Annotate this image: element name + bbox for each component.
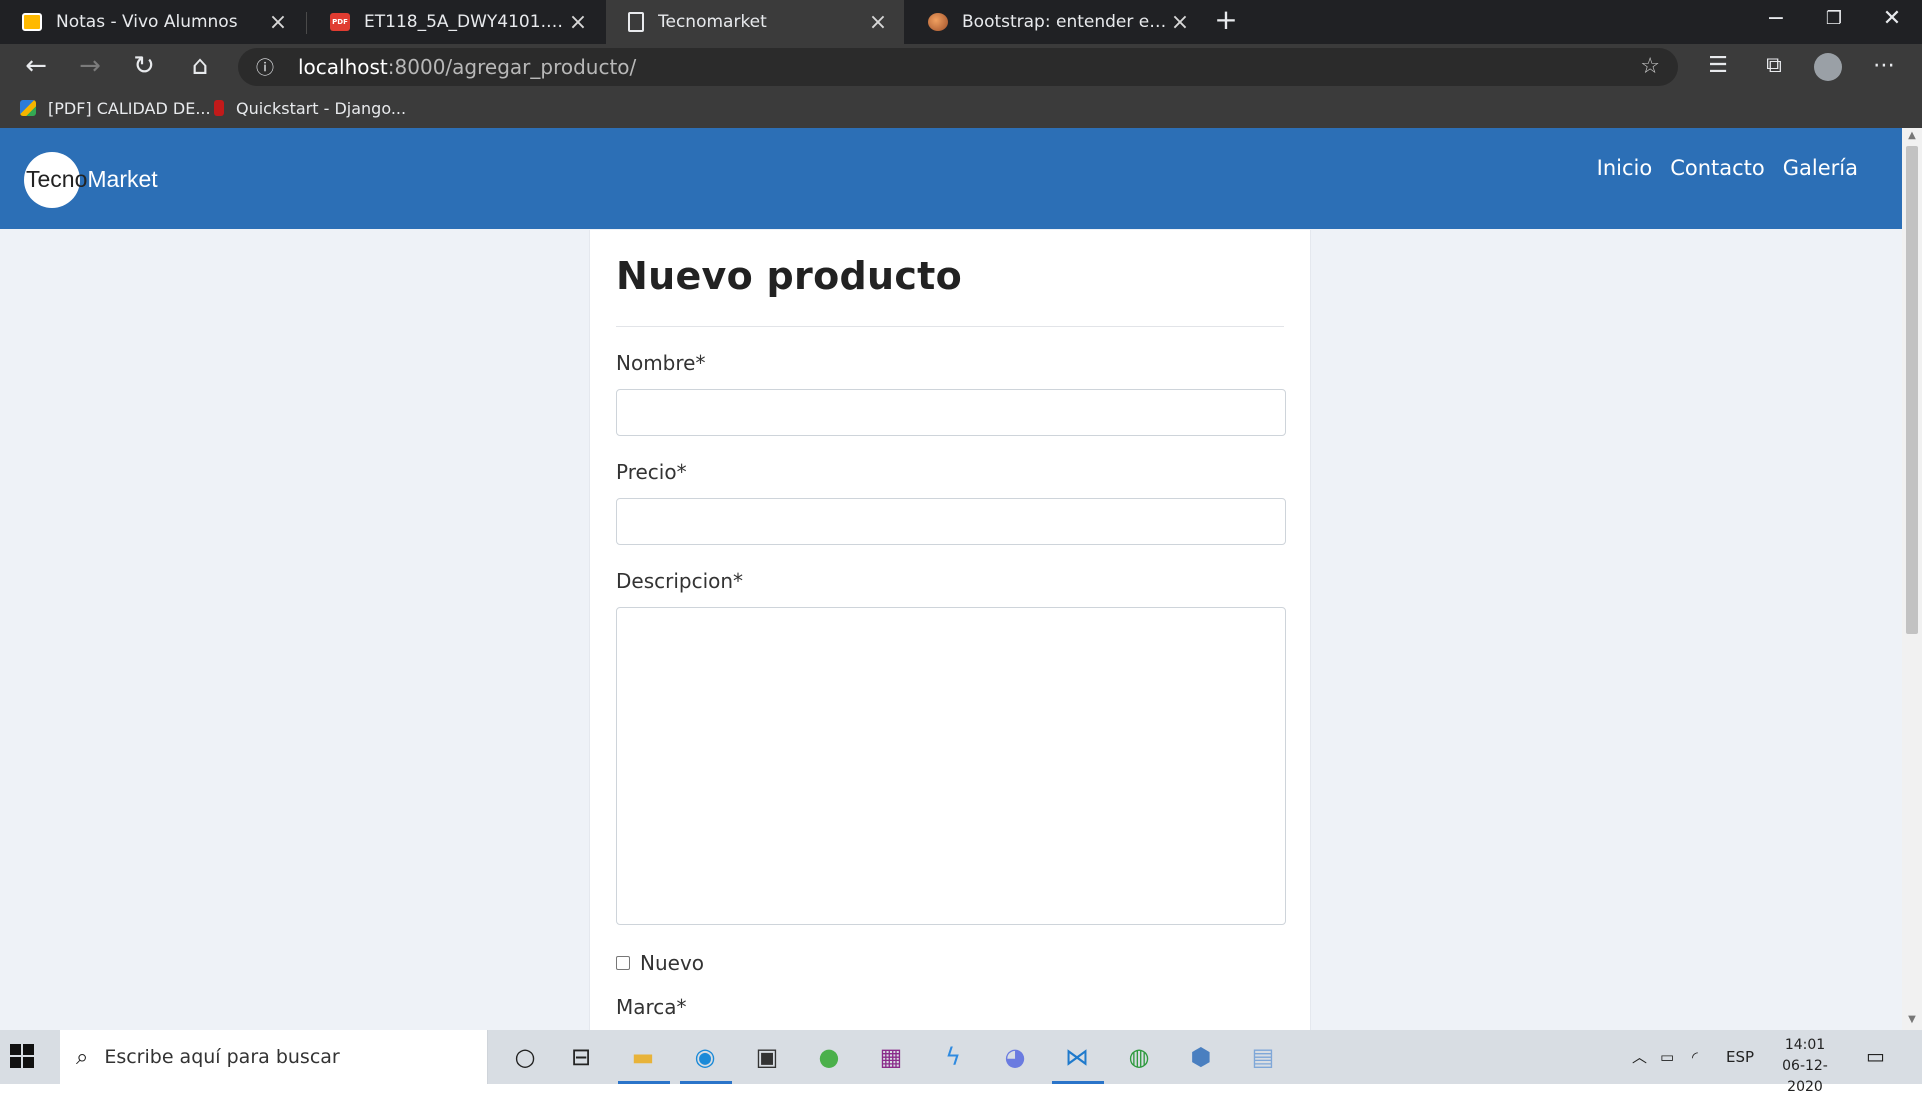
minimize-icon[interactable]: −: [1748, 0, 1804, 40]
task-view-icon[interactable]: ⊟: [564, 1040, 598, 1074]
notifications-icon[interactable]: ▭: [1866, 1044, 1892, 1068]
document-icon: [628, 12, 644, 32]
taskbar-search-box[interactable]: ⌕ Escribe aquí para buscar: [60, 1030, 488, 1084]
restore-icon[interactable]: ❐: [1806, 0, 1862, 40]
windows-start-icon[interactable]: [10, 1044, 34, 1068]
nombre-input[interactable]: [616, 389, 1286, 436]
clock-time: 14:01: [1784, 1037, 1826, 1053]
favorites-icon[interactable]: ☰: [1694, 44, 1742, 88]
show-hidden-icons[interactable]: ︿: [1632, 1030, 1647, 1084]
scroll-thumb[interactable]: [1906, 146, 1918, 634]
pdf-icon: PDF: [330, 13, 350, 31]
address-bar[interactable]: ⓘ localhost:8000/agregar_producto/ ☆: [238, 48, 1678, 86]
cube-app-icon[interactable]: ⬢: [1184, 1040, 1218, 1074]
refresh-icon[interactable]: ↻: [120, 44, 168, 88]
file-explorer-icon[interactable]: ▬: [626, 1040, 660, 1074]
wifi-icon[interactable]: ◜: [1692, 1030, 1698, 1084]
new-tab-button[interactable]: +: [1210, 0, 1242, 44]
winrar-icon[interactable]: ▦: [874, 1040, 908, 1074]
utorrent-icon[interactable]: ●: [812, 1040, 846, 1074]
tab-title: ET118_5A_DWY4101.pdf: [364, 12, 566, 32]
profile-avatar[interactable]: [1814, 53, 1842, 81]
brand-text: TecnoMarket: [26, 166, 158, 192]
nav-link-galeria[interactable]: Galería: [1783, 156, 1858, 180]
product-form-card: Nuevo producto Nombre* Precio* Descripci…: [589, 230, 1311, 1030]
close-icon[interactable]: ×: [866, 10, 890, 35]
descripcion-label: Descripcion*: [616, 569, 744, 593]
bookmark-pdf-calidad[interactable]: [PDF] CALIDAD DE...: [20, 88, 211, 128]
page-viewport: TecnoMarket Inicio Contacto Galería Nuev…: [0, 128, 1902, 1030]
globe-app-icon[interactable]: ◍: [1122, 1040, 1156, 1074]
tab-bootstrap[interactable]: Bootstrap: entender el modelo d ×: [906, 0, 1206, 44]
vscode-icon[interactable]: ⋈: [1060, 1040, 1094, 1074]
nuevo-checkbox[interactable]: [616, 956, 630, 970]
tab-notas[interactable]: Notas - Vivo Alumnos ×: [0, 0, 304, 44]
close-icon[interactable]: ×: [266, 10, 290, 35]
store-icon[interactable]: ▣: [750, 1040, 784, 1074]
bookmark-django-quickstart[interactable]: Quickstart - Django...: [214, 88, 406, 128]
more-options-icon[interactable]: ⋯: [1860, 44, 1908, 88]
close-icon[interactable]: ×: [1168, 10, 1192, 35]
tab-tecnomarket[interactable]: Tecnomarket ×: [606, 0, 904, 44]
descripcion-textarea[interactable]: [616, 607, 1286, 925]
close-window-icon[interactable]: ✕: [1864, 0, 1920, 40]
scroll-up-icon[interactable]: ▲: [1902, 130, 1922, 141]
search-placeholder: Escribe aquí para buscar: [104, 1046, 340, 1068]
nav-link-inicio[interactable]: Inicio: [1597, 156, 1653, 180]
marca-label: Marca*: [616, 995, 687, 1019]
pdf-bookmark-icon: [20, 100, 36, 116]
back-icon[interactable]: ←: [12, 44, 60, 88]
site-navbar: TecnoMarket Inicio Contacto Galería: [0, 128, 1902, 229]
system-clock[interactable]: 14:01 06-12-2020: [1768, 1035, 1842, 1098]
page-title: Nuevo producto: [616, 254, 963, 298]
divider: [616, 326, 1284, 327]
browser-toolbar: ← → ↻ ⌂ ⓘ localhost:8000/agregar_product…: [0, 44, 1922, 128]
nuevo-label: Nuevo: [640, 951, 705, 975]
collections-icon[interactable]: ⧉: [1750, 44, 1798, 88]
notes-icon: [22, 13, 42, 31]
browser-tab-bar: Notas - Vivo Alumnos × PDF ET118_5A_DWY4…: [0, 0, 1922, 44]
tab-pdf[interactable]: PDF ET118_5A_DWY4101.pdf ×: [308, 0, 604, 44]
bookmark-label: [PDF] CALIDAD DE...: [48, 98, 211, 118]
database-app-icon[interactable]: ▤: [1246, 1040, 1280, 1074]
windows-taskbar: ⌕ Escribe aquí para buscar ○ ⊟ ▬ ◉ ▣ ● ▦…: [0, 1030, 1922, 1095]
search-icon: ⌕: [76, 1044, 89, 1070]
tab-title: Notas - Vivo Alumnos: [56, 12, 238, 32]
page-scrollbar[interactable]: ▲ ▼: [1902, 128, 1922, 1030]
bootstrap-site-icon: [928, 13, 948, 31]
brand-logo[interactable]: TecnoMarket: [24, 152, 158, 208]
nav-links: Inicio Contacto Galería: [1579, 156, 1858, 180]
language-indicator[interactable]: ESP: [1726, 1030, 1754, 1084]
scroll-down-icon[interactable]: ▼: [1902, 1014, 1922, 1025]
battery-icon[interactable]: ▭: [1660, 1030, 1674, 1084]
forward-icon[interactable]: →: [66, 44, 114, 88]
edge-browser-icon[interactable]: ◉: [688, 1040, 722, 1074]
nombre-label: Nombre*: [616, 351, 706, 375]
bookmark-label: Quickstart - Django...: [236, 98, 407, 118]
tab-title: Bootstrap: entender el modelo d: [962, 12, 1168, 32]
close-icon[interactable]: ×: [566, 10, 590, 35]
url-text: localhost:8000/agregar_producto/: [298, 55, 637, 79]
django-bookmark-icon: [214, 100, 224, 116]
precio-label: Precio*: [616, 460, 687, 484]
nav-link-contacto[interactable]: Contacto: [1670, 156, 1765, 180]
home-icon[interactable]: ⌂: [176, 44, 224, 88]
cortana-icon[interactable]: ○: [508, 1040, 542, 1074]
tab-title: Tecnomarket: [658, 12, 767, 32]
discord-icon[interactable]: ◕: [998, 1040, 1032, 1074]
precio-input[interactable]: [616, 498, 1286, 545]
favorite-star-icon[interactable]: ☆: [1640, 54, 1660, 79]
lightning-app-icon[interactable]: ϟ: [936, 1040, 970, 1074]
nuevo-checkbox-row[interactable]: Nuevo: [616, 951, 1284, 975]
tab-divider: [306, 12, 307, 34]
info-icon[interactable]: ⓘ: [244, 54, 286, 80]
clock-date: 06-12-2020: [1782, 1058, 1828, 1095]
